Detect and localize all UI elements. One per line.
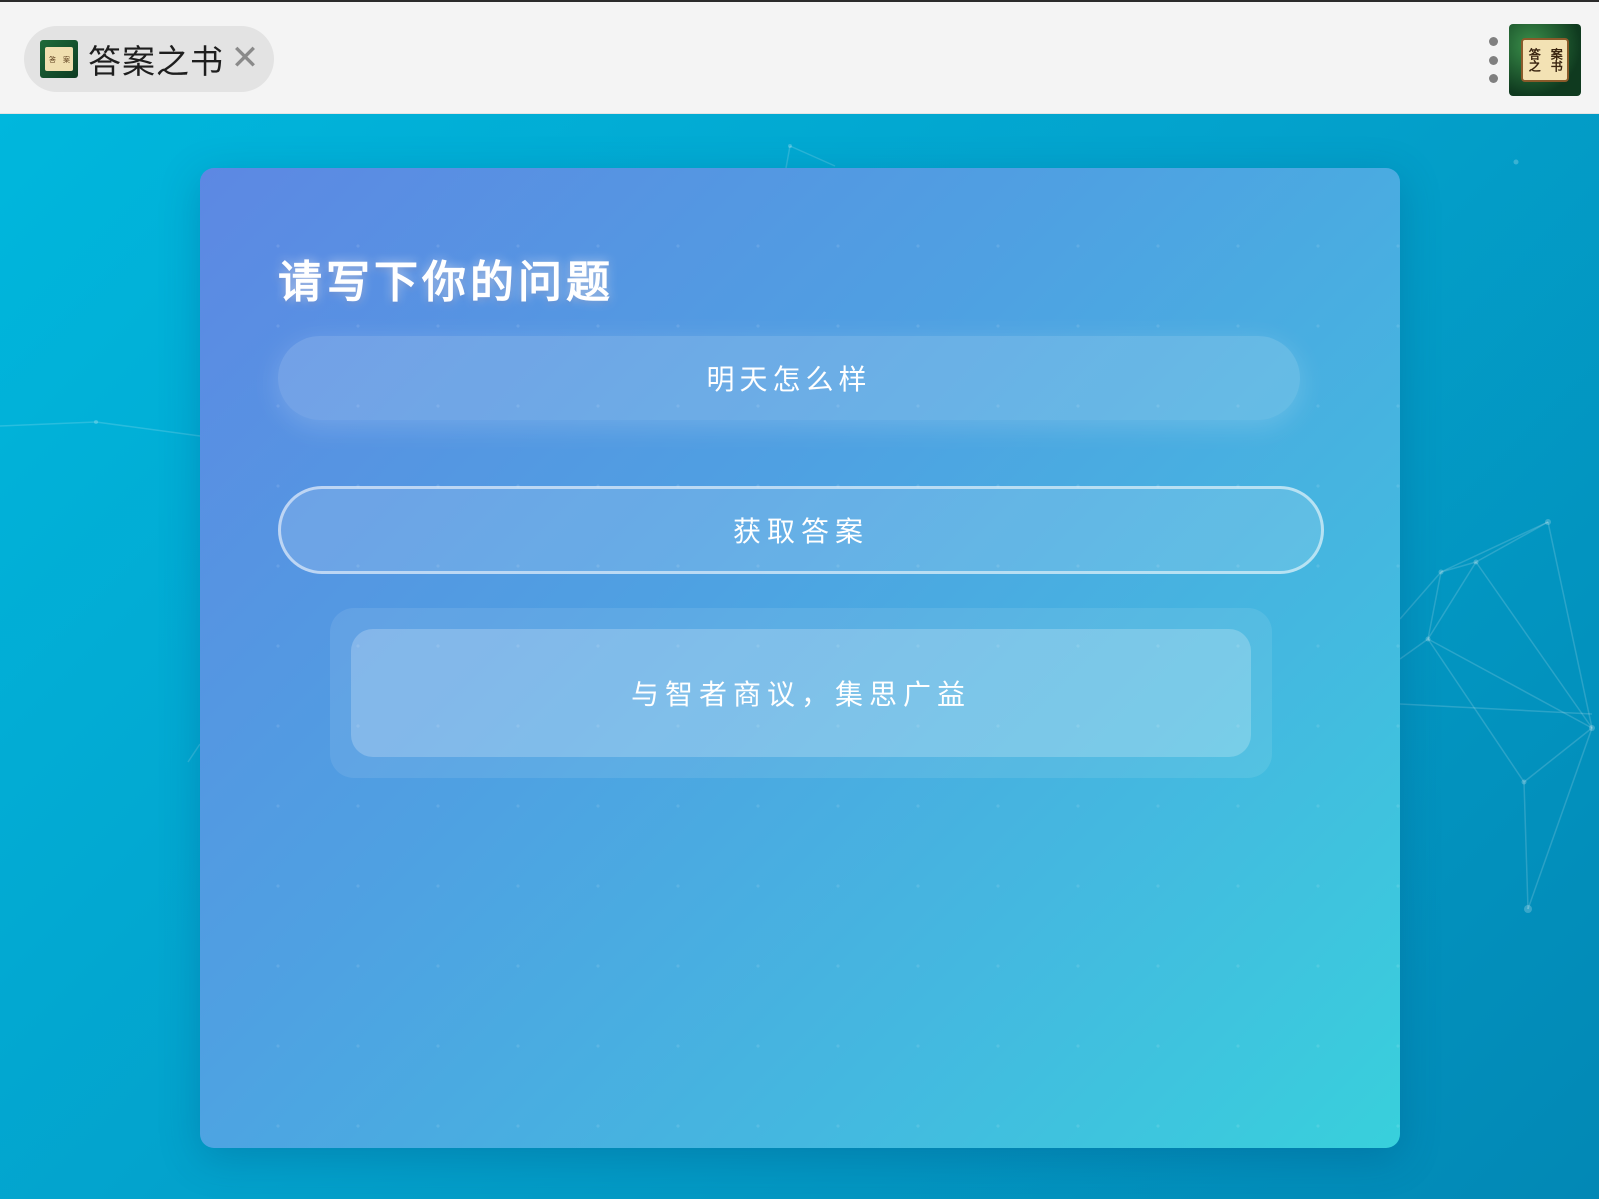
favicon-logo-text-2: 案 xyxy=(62,55,71,63)
app-logo-book: 答之 案书 xyxy=(1521,38,1569,82)
page-title: 请写下你的问题 xyxy=(278,257,614,308)
tab-favicon-icon: 答 案 xyxy=(40,40,78,78)
browser-tab[interactable]: 答 案 答案之书 ✕ xyxy=(24,26,274,92)
answer-text: 与智者商议，集思广益 xyxy=(351,629,1251,757)
favicon-logo-text-1: 答 xyxy=(48,55,57,63)
browser-titlebar: 答 案 答案之书 ✕ 答之 案书 xyxy=(0,0,1599,114)
menu-dot xyxy=(1488,74,1498,83)
logo-text-right: 案书 xyxy=(1549,48,1564,72)
close-icon[interactable]: ✕ xyxy=(230,41,260,75)
menu-dot xyxy=(1488,37,1498,46)
tab-title: 答案之书 xyxy=(88,42,224,81)
question-input[interactable] xyxy=(278,336,1300,420)
get-answer-button[interactable]: 获取答案 xyxy=(278,486,1324,574)
question-card: 请写下你的问题 获取答案 与智者商议，集思广益 xyxy=(200,168,1400,1148)
answer-panel: 与智者商议，集思广益 xyxy=(330,608,1272,778)
page-background: 请写下你的问题 获取答案 与智者商议，集思广益 xyxy=(0,114,1599,1199)
logo-text-left: 答之 xyxy=(1527,48,1542,72)
app-logo-icon[interactable]: 答之 案书 xyxy=(1509,24,1581,96)
tab-favicon-book: 答 案 xyxy=(45,47,73,71)
more-vertical-icon[interactable] xyxy=(1486,37,1500,83)
menu-dot xyxy=(1488,55,1498,65)
